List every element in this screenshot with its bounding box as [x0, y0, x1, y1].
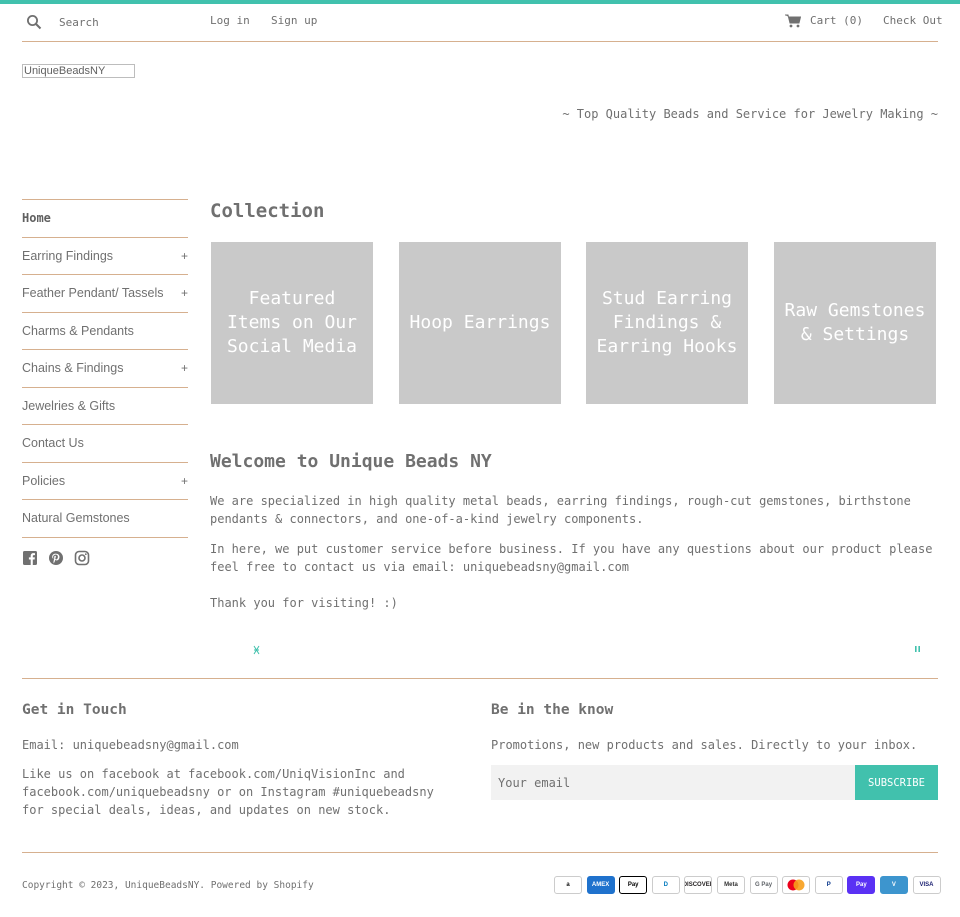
- sidebar-item-charms-pendants[interactable]: Charms & Pendants: [22, 313, 188, 350]
- collection-tile-featured[interactable]: Featured Items on Our Social Media: [211, 242, 373, 404]
- collection-tile-label: Raw Gemstones & Settings: [784, 300, 926, 345]
- login-link[interactable]: Log in: [210, 14, 250, 27]
- welcome-paragraph-3: Thank you for visiting! :): [210, 596, 398, 610]
- decorative-icon: [253, 645, 260, 655]
- sidebar-item-label: Policies: [22, 473, 66, 488]
- sidebar-item-earring-findings[interactable]: Earring Findings +: [22, 238, 188, 275]
- collection-tile-raw-gemstones[interactable]: Raw Gemstones & Settings: [774, 242, 936, 404]
- sidebar-item-contact-us[interactable]: Contact Us: [22, 425, 188, 463]
- sidebar-item-label: Contact Us: [22, 436, 84, 450]
- sidebar-item-policies[interactable]: Policies +: [22, 463, 188, 500]
- footer-newsletter-title: Be in the know: [491, 702, 614, 718]
- collection-tile-label: Stud Earring Findings & Earring Hooks: [596, 288, 738, 357]
- newsletter-email-input[interactable]: [491, 765, 855, 800]
- sidebar-item-label: Natural Gemstones: [22, 511, 130, 525]
- footer-newsletter-text: Promotions, new products and sales. Dire…: [491, 738, 918, 752]
- venmo-icon: V: [879, 876, 908, 894]
- amazon-icon: a: [554, 876, 582, 894]
- search-input[interactable]: [52, 12, 202, 32]
- amex-icon: AMEX: [586, 876, 615, 894]
- mastercard-icon: [782, 876, 811, 894]
- sidebar-item-label: Earring Findings: [22, 248, 114, 263]
- sidebar-nav: Home Earring Findings + Feather Pendant/ …: [22, 199, 188, 538]
- cart-link[interactable]: Cart (0): [810, 14, 863, 27]
- shop-pay-icon: Pay: [847, 876, 876, 894]
- subscribe-button[interactable]: SUBSCRIBE: [855, 765, 938, 800]
- collection-tile-label: Featured Items on Our Social Media: [226, 288, 358, 357]
- social-links: [22, 550, 90, 568]
- expand-icon[interactable]: +: [181, 238, 188, 274]
- footer-contact-title: Get in Touch: [22, 702, 127, 718]
- sidebar-item-home[interactable]: Home: [22, 200, 188, 238]
- collection-tile-stud-earring-findings[interactable]: Stud Earring Findings & Earring Hooks: [586, 242, 748, 404]
- copyright-text[interactable]: Copyright © 2023, UniqueBeadsNY. Powered…: [22, 880, 314, 891]
- footer-contact-social: Like us on facebook at facebook.com/Uniq…: [22, 767, 434, 817]
- collection-tile-hoop-earrings[interactable]: Hoop Earrings: [399, 242, 561, 404]
- apple-pay-icon: Pay: [619, 876, 648, 894]
- payment-icons: aAMEXPayDDISCOVERMetaG PayPPayVVISA: [554, 876, 941, 894]
- welcome-paragraph-1: We are specialized in high quality metal…: [210, 494, 911, 526]
- meta-pay-icon: Meta: [716, 876, 745, 894]
- footer-divider: [22, 852, 938, 853]
- footer-divider: [22, 678, 938, 679]
- pinterest-icon[interactable]: [48, 550, 64, 566]
- paypal-icon: P: [814, 876, 843, 894]
- welcome-paragraph-2: In here, we put customer service before …: [210, 542, 933, 574]
- site-tagline: ~ Top Quality Beads and Service for Jewe…: [562, 107, 938, 121]
- sidebar-item-jewelries-gifts[interactable]: Jewelries & Gifts: [22, 388, 188, 425]
- sidebar-item-label: Chains & Findings: [22, 361, 124, 375]
- discover-icon: DISCOVER: [684, 876, 713, 894]
- search-icon[interactable]: [26, 14, 42, 30]
- visa-icon: VISA: [912, 876, 941, 894]
- sidebar-item-feather-pendant-tassels[interactable]: Feather Pendant/ Tassels +: [22, 275, 188, 313]
- expand-icon[interactable]: +: [181, 275, 188, 311]
- collection-title: Collection: [210, 200, 325, 222]
- footer-contact-email: Email: uniquebeadsny@gmail.com: [22, 738, 239, 752]
- facebook-icon[interactable]: [22, 550, 38, 566]
- welcome-title: Welcome to Unique Beads NY: [210, 451, 492, 472]
- google-pay-icon: G Pay: [749, 876, 778, 894]
- expand-icon[interactable]: +: [181, 463, 188, 499]
- sidebar-item-label: Home: [22, 211, 51, 225]
- diners-club-icon: D: [651, 876, 680, 894]
- sidebar-item-label: Jewelries & Gifts: [22, 398, 116, 413]
- checkout-link[interactable]: Check Out: [883, 14, 943, 27]
- expand-icon[interactable]: +: [181, 350, 188, 386]
- site-header: Log in Sign up Cart (0) Check Out: [22, 4, 943, 42]
- sidebar-item-chains-findings[interactable]: Chains & Findings +: [22, 350, 188, 388]
- sidebar-item-label: Charms & Pendants: [22, 323, 134, 338]
- decorative-icon: [915, 646, 920, 652]
- site-logo[interactable]: UniqueBeadsNY: [22, 64, 135, 78]
- sidebar-item-natural-gemstones[interactable]: Natural Gemstones: [22, 500, 188, 538]
- sidebar-item-label: Feather Pendant/ Tassels: [22, 286, 164, 300]
- cart-icon[interactable]: [785, 14, 801, 28]
- instagram-icon[interactable]: [74, 550, 90, 566]
- signup-link[interactable]: Sign up: [271, 14, 317, 27]
- collection-tile-label: Hoop Earrings: [409, 312, 551, 333]
